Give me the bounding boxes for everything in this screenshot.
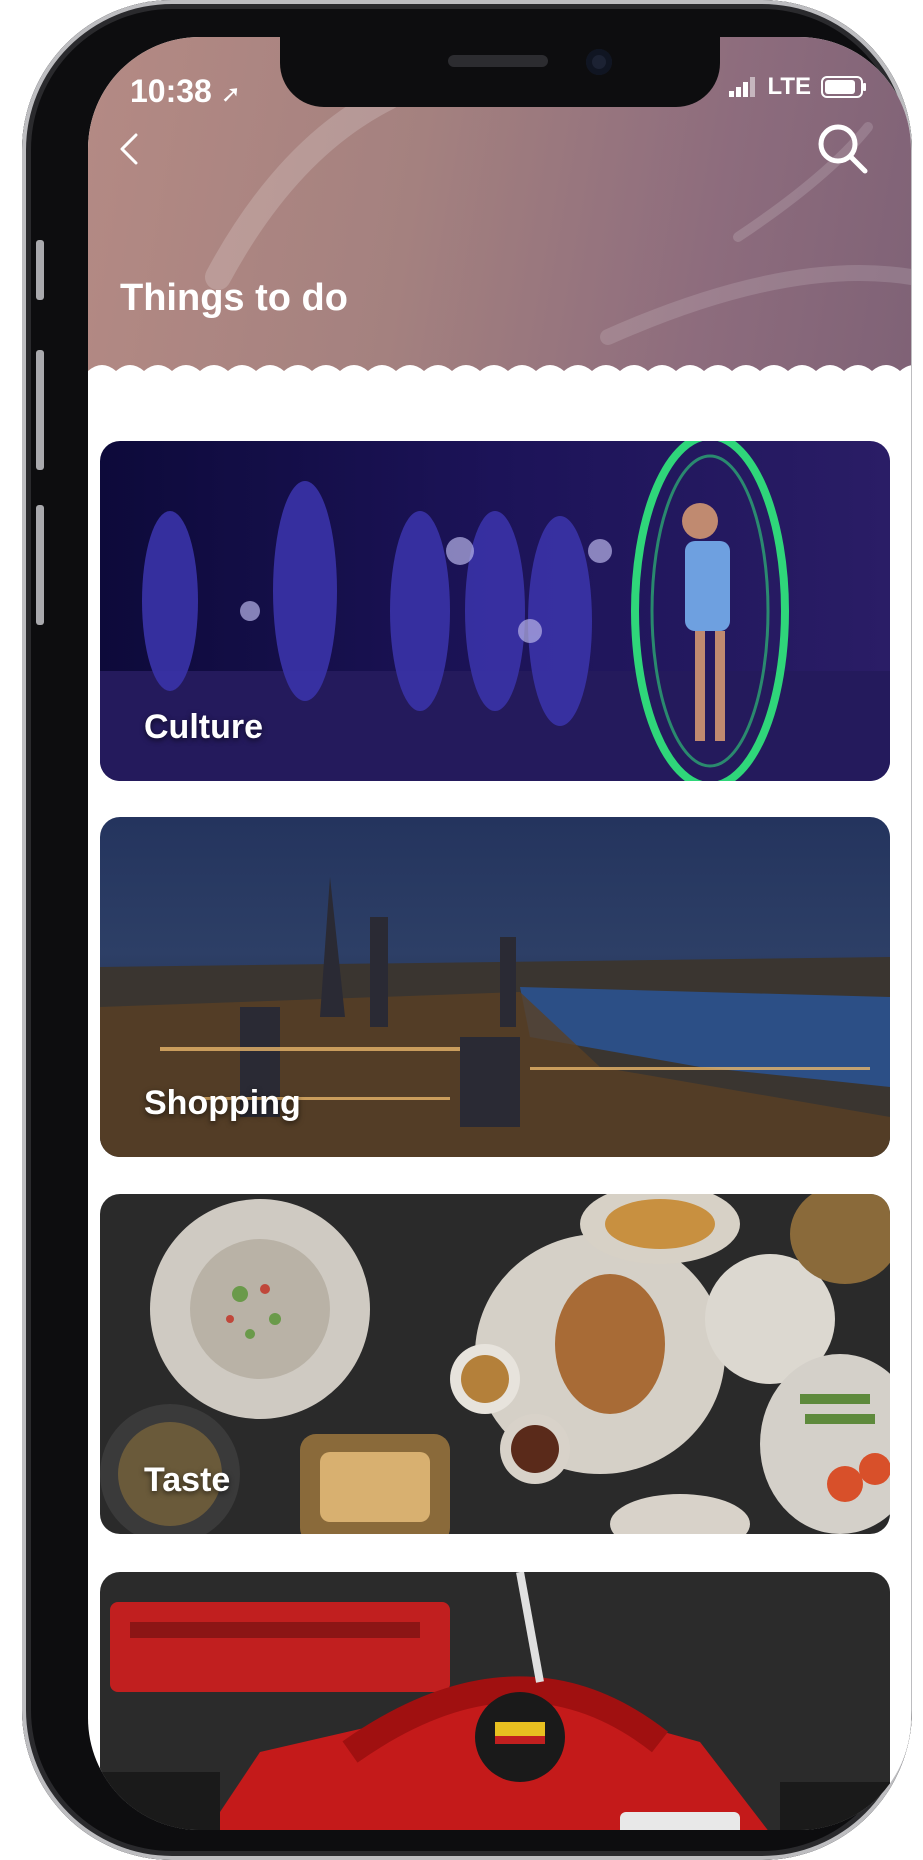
action-button xyxy=(36,240,44,300)
notch xyxy=(280,37,720,107)
search-icon xyxy=(818,124,868,174)
back-button[interactable] xyxy=(114,127,164,177)
network-type: LTE xyxy=(767,73,811,100)
category-label: Culture xyxy=(144,708,263,746)
category-label: Taste xyxy=(144,1461,231,1499)
location-arrow-icon: ➚ xyxy=(220,81,241,108)
signal-icon xyxy=(729,77,756,97)
status-time-text: 10:38 xyxy=(130,73,212,109)
status-indicators: LTE xyxy=(729,73,867,101)
chevron-left-icon xyxy=(120,133,138,165)
status-time: 10:38 ➚ xyxy=(130,73,241,110)
page-title: Things to do xyxy=(120,277,348,319)
speaker-grille xyxy=(448,55,548,67)
front-camera xyxy=(586,49,612,75)
phone-frame: 10:38 ➚ LTE Things to do Culture Shoppin… xyxy=(22,0,912,1860)
category-card-culture[interactable]: Culture xyxy=(100,441,890,781)
category-card-sport[interactable] xyxy=(100,1572,890,1830)
search-button[interactable] xyxy=(813,119,873,179)
category-label: Shopping xyxy=(144,1084,301,1122)
battery-icon xyxy=(821,76,866,98)
race-car-image xyxy=(100,1572,890,1830)
category-card-shopping[interactable]: Shopping xyxy=(100,817,890,1157)
category-card-taste[interactable]: Taste xyxy=(100,1194,890,1534)
app-screen: 10:38 ➚ LTE Things to do Culture Shoppin… xyxy=(88,37,911,1830)
volume-down-button xyxy=(36,505,44,625)
volume-up-button xyxy=(36,350,44,470)
header-wave-edge xyxy=(88,365,911,389)
